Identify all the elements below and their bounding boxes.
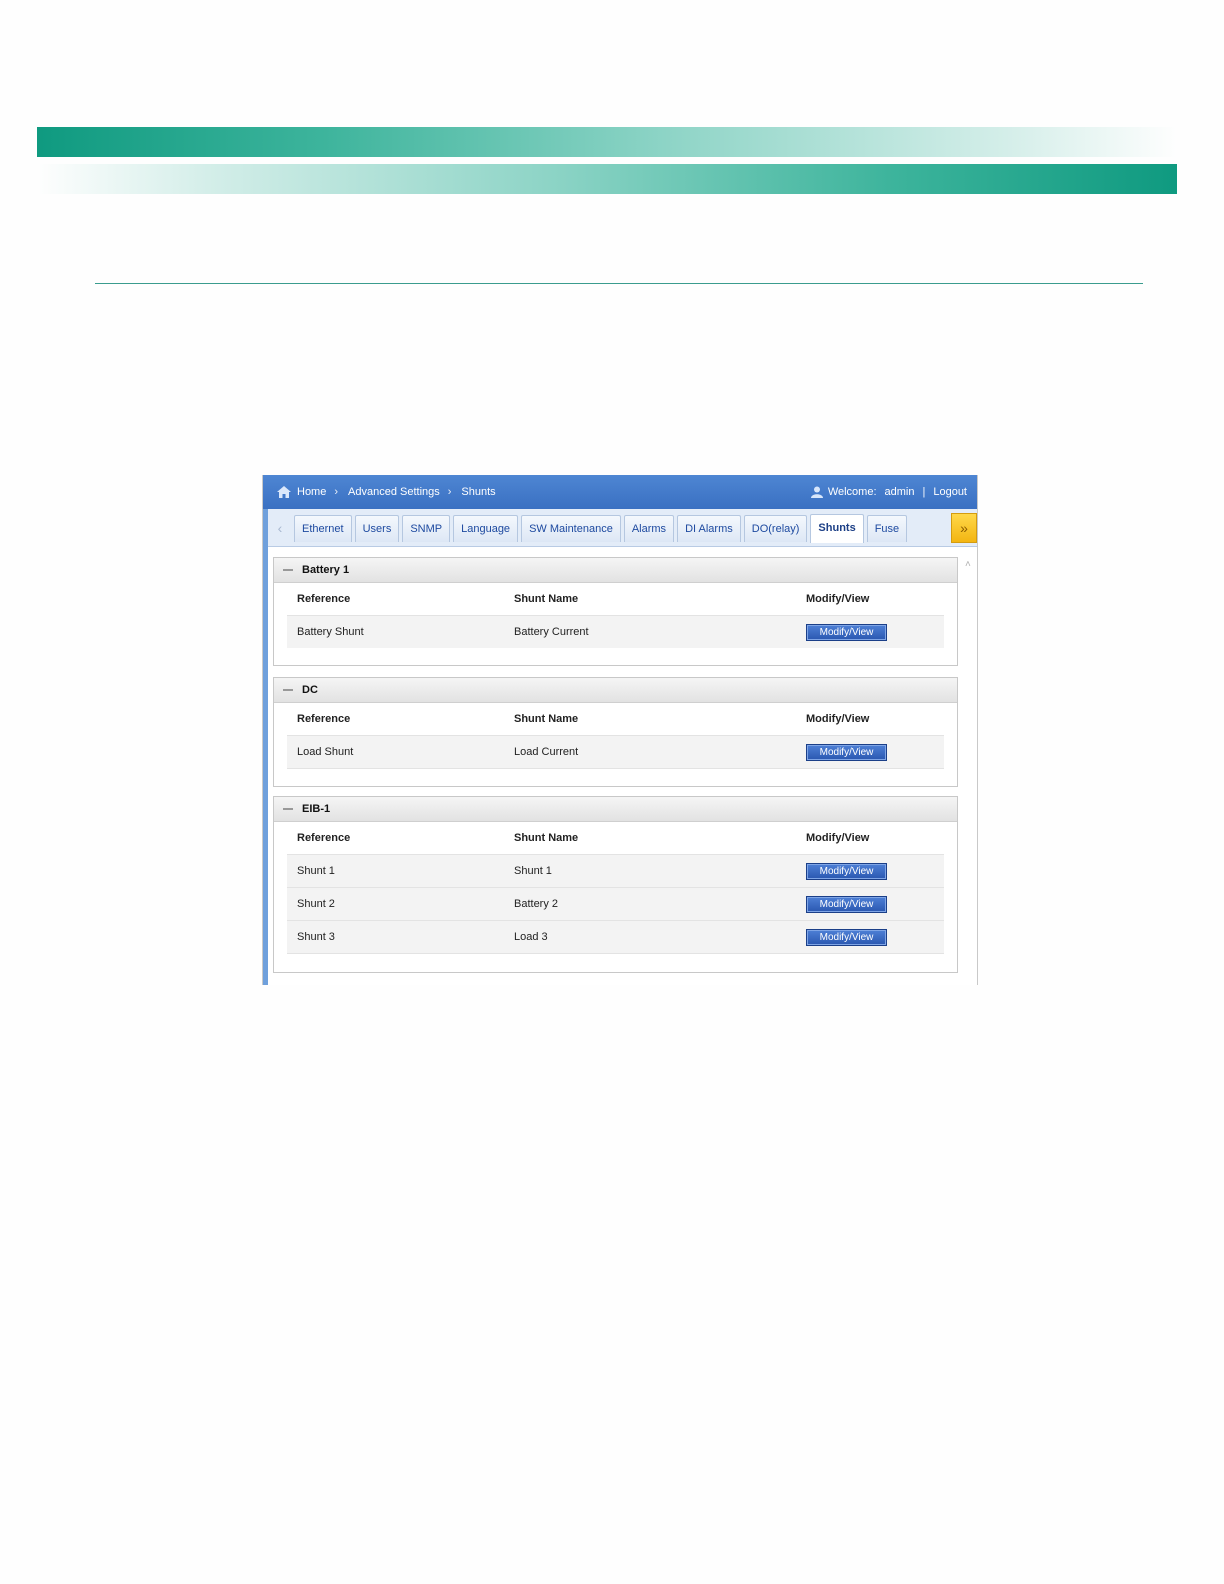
row-reference: Shunt 1 [297,865,335,877]
table-row: Shunt 2 Battery 2 Modify/View [287,887,944,920]
scroll-up-icon[interactable]: ˄ [965,559,975,570]
home-icon[interactable] [277,486,291,498]
collapse-icon[interactable] [283,689,293,691]
welcome-label: Welcome: [827,486,877,498]
row-shunt-name: Load Current [514,746,579,758]
group-title: EIB-1 [302,803,331,815]
modify-view-button[interactable]: Modify/View [806,624,887,641]
tab-snmp[interactable]: SNMP [402,515,451,542]
row-shunt-name: Battery 2 [514,898,559,910]
group-title: DC [302,684,318,696]
group-header[interactable]: EIB-1 [274,797,957,822]
tab-alarms[interactable]: Alarms [623,515,675,542]
chevron-right-icon: › [334,486,339,498]
group-title: Battery 1 [302,564,350,576]
modify-view-button[interactable]: Modify/View [806,896,887,913]
breadcrumb-shunts: Shunts [461,486,496,498]
group-eib-1: EIB-1 Reference Shunt Name Modify/View S… [273,796,958,973]
col-reference: Reference [297,713,351,725]
table-row: Shunt 3 Load 3 Modify/View [287,920,944,953]
user-icon [810,486,823,498]
collapse-icon[interactable] [283,808,293,810]
scroll-right-icon[interactable]: » [951,513,977,543]
group-dc: DC Reference Shunt Name Modify/View Load… [273,677,958,787]
tab-fuse[interactable]: Fuse [866,515,908,542]
group-header[interactable]: DC [274,678,957,703]
tab-ethernet[interactable]: Ethernet [294,515,352,542]
collapse-icon[interactable] [283,569,293,571]
username: admin [884,486,915,498]
column-headers: Reference Shunt Name Modify/View [287,703,944,735]
tab-di-alarms[interactable]: DI Alarms [677,515,741,542]
row-reference: Battery Shunt [297,626,364,638]
logout-link[interactable]: Logout [933,486,967,498]
tab-bar: ‹ Ethernet Users SNMP Language SW Mainte… [268,509,977,547]
table-row: Load Shunt Load Current Modify/View [287,735,944,768]
row-reference: Shunt 3 [297,931,335,943]
modify-view-button[interactable]: Modify/View [806,929,887,946]
breadcrumb-home[interactable]: Home [297,486,326,498]
breadcrumb-advanced-settings[interactable]: Advanced Settings [348,486,440,498]
table-row: Shunt 1 Shunt 1 Modify/View [287,854,944,887]
group-battery-1: Battery 1 Reference Shunt Name Modify/Vi… [273,557,958,666]
left-stripe [263,509,268,985]
row-shunt-name: Battery Current [514,626,589,638]
chevron-right-icon: › [447,486,452,498]
col-modify-view: Modify/View [806,593,870,605]
tab-do-relay[interactable]: DO(relay) [743,515,808,542]
header-band-bottom [37,164,1177,194]
row-shunt-name: Load 3 [514,931,548,943]
tab-list: Ethernet Users SNMP Language SW Maintena… [294,514,910,543]
row-reference: Load Shunt [297,746,354,758]
col-modify-view: Modify/View [806,713,870,725]
row-shunt-name: Shunt 1 [514,865,552,877]
col-modify-view: Modify/View [806,832,870,844]
user-area: Welcome: admin | Logout [810,475,967,509]
table-row: Battery Shunt Battery Current Modify/Vie… [287,615,944,648]
col-reference: Reference [297,832,351,844]
modify-view-button[interactable]: Modify/View [806,744,887,761]
header-band-top [37,127,1177,157]
row-reference: Shunt 2 [297,898,335,910]
section-rule [95,283,1143,284]
col-shunt-name: Shunt Name [514,832,579,844]
scroll-left-icon[interactable]: ‹ [270,515,290,541]
column-headers: Reference Shunt Name Modify/View [287,583,944,615]
tab-shunts[interactable]: Shunts [810,514,864,543]
tab-sw-maintenance[interactable]: SW Maintenance [521,515,621,542]
group-header[interactable]: Battery 1 [274,558,957,583]
col-reference: Reference [297,593,351,605]
tab-language[interactable]: Language [453,515,519,542]
tab-users[interactable]: Users [354,515,400,542]
col-shunt-name: Shunt Name [514,593,579,605]
screenshot-panel: Home › Advanced Settings › Shunts Welcom… [262,475,978,985]
top-bar: Home › Advanced Settings › Shunts Welcom… [263,475,977,509]
column-headers: Reference Shunt Name Modify/View [287,822,944,854]
divider: | [922,486,926,498]
col-shunt-name: Shunt Name [514,713,579,725]
modify-view-button[interactable]: Modify/View [806,863,887,880]
